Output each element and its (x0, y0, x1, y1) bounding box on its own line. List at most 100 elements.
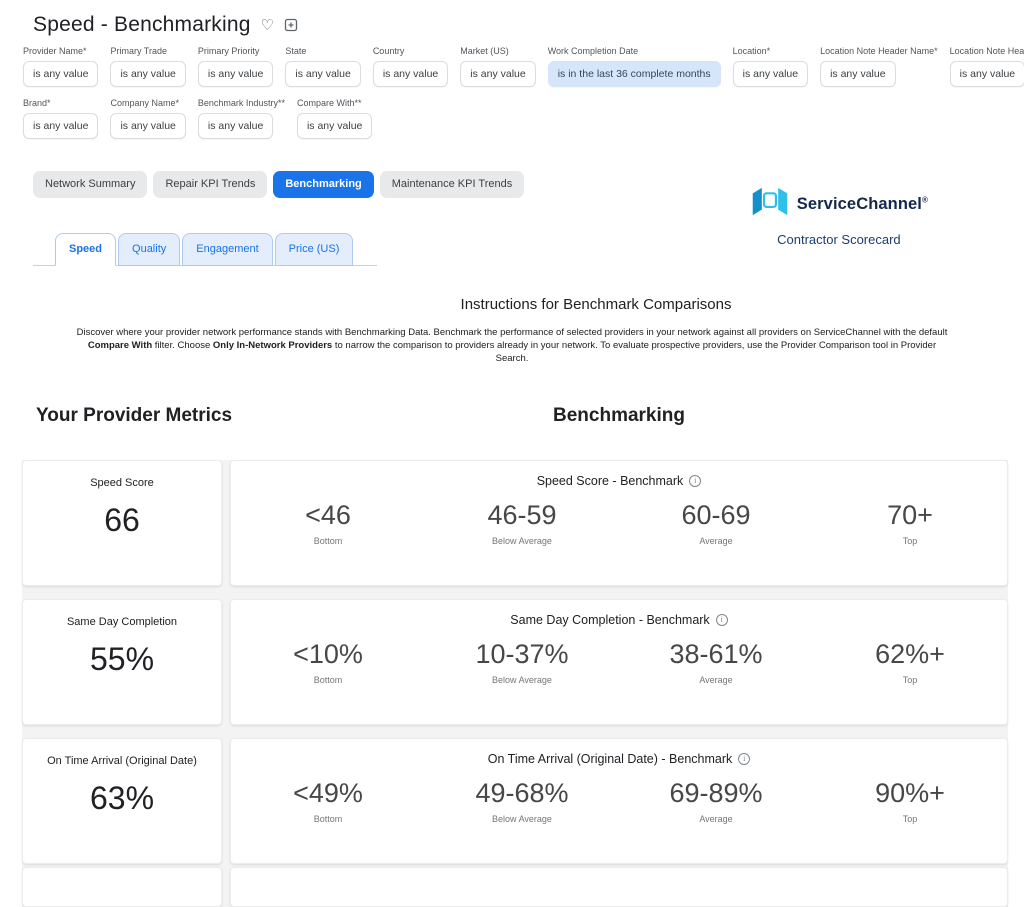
provider-metric-card: Same Day Completion 55% (22, 599, 222, 725)
info-icon[interactable]: i (716, 614, 728, 626)
filter-label: Market (US) (460, 46, 535, 56)
filter-item: Market (US) is any value (460, 46, 535, 87)
filter-value-box[interactable]: is any value (733, 61, 808, 87)
filter-value-box[interactable]: is any value (198, 113, 273, 139)
filter-label: Primary Priority (198, 46, 273, 56)
sub-tab[interactable]: Quality (118, 233, 180, 266)
instructions-text-segment: Discover where your provider network per… (77, 327, 948, 338)
provider-metric-card: On Time Arrival (Original Date) 63% (22, 738, 222, 864)
info-icon[interactable]: i (689, 475, 701, 487)
metric-name: Same Day Completion (67, 616, 177, 628)
filters-bar: Provider Name* is any value Primary Trad… (0, 46, 1024, 139)
filter-value-box[interactable]: is any value (285, 61, 360, 87)
filter-item: State is any value (285, 46, 360, 87)
benchmark-tier: <10% Bottom (231, 639, 425, 685)
tier-value: 69-89% (619, 778, 813, 809)
sub-tab[interactable]: Price (US) (275, 233, 354, 266)
tier-value: 90%+ (813, 778, 1007, 809)
registered-mark: ® (922, 195, 928, 204)
filter-value-box[interactable]: is any value (198, 61, 273, 87)
filter-item: Company Name* is any value (110, 98, 185, 139)
benchmark-tier: 69-89% Average (619, 778, 813, 824)
benchmarking-heading: Benchmarking (230, 405, 1008, 427)
benchmark-tier: 46-59 Below Average (425, 500, 619, 546)
benchmark-card: On Time Arrival (Original Date) - Benchm… (230, 738, 1008, 864)
nav-tab[interactable]: Repair KPI Trends (153, 171, 267, 198)
filter-label: State (285, 46, 360, 56)
provider-metric-card: Speed Score 66 (22, 460, 222, 586)
servicechannel-logo-icon (750, 186, 790, 222)
benchmark-title: On Time Arrival (Original Date) - Benchm… (488, 752, 733, 766)
benchmark-title-row: Same Day Completion - Benchmark i (231, 613, 1007, 627)
filter-value-box[interactable]: is any value (950, 61, 1024, 87)
metric-name: Speed Score (90, 477, 154, 489)
benchmark-title-row: Speed Score - Benchmark i (231, 474, 1007, 488)
tier-label: Average (619, 536, 813, 546)
filter-label: Primary Trade (110, 46, 185, 56)
filter-value-box[interactable]: is in the last 36 complete months (548, 61, 721, 87)
info-icon[interactable]: i (738, 753, 750, 765)
tier-value: <10% (231, 639, 425, 670)
instructions-text-segment: Only In-Network Providers (213, 340, 332, 351)
filter-label: Location Note Header Value* (950, 46, 1024, 56)
tier-label: Top (813, 675, 1007, 685)
page-title: Speed - Benchmarking (33, 13, 251, 37)
nav-tab[interactable]: Benchmarking (273, 171, 373, 198)
filter-item: Location Note Header Value* is any value (950, 46, 1024, 87)
tier-value: <49% (231, 778, 425, 809)
filter-label: Compare With** (297, 98, 372, 108)
filter-item: Primary Trade is any value (110, 46, 185, 87)
tier-value: 70+ (813, 500, 1007, 531)
benchmark-tier: <49% Bottom (231, 778, 425, 824)
filter-value-box[interactable]: is any value (23, 113, 98, 139)
benchmark-tier: 10-37% Below Average (425, 639, 619, 685)
benchmark-tiers: <46 Bottom 46-59 Below Average 60-69 (231, 500, 1007, 546)
filter-item: Provider Name* is any value (23, 46, 98, 87)
nav-tab[interactable]: Maintenance KPI Trends (380, 171, 524, 198)
filter-value-box[interactable]: is any value (820, 61, 895, 87)
benchmark-tiers: <49% Bottom 49-68% Below Average 69-89% (231, 778, 1007, 824)
benchmark-tier: 49-68% Below Average (425, 778, 619, 824)
favorite-icon[interactable]: ♡ (261, 18, 274, 33)
kpi-sub-tabs: Speed Quality Engagement Price (US) (33, 233, 377, 266)
dashboard-header: Speed - Benchmarking ♡ (0, 0, 1024, 37)
nav-tab[interactable]: Network Summary (33, 171, 147, 198)
tier-value: 62%+ (813, 639, 1007, 670)
tier-value: 60-69 (619, 500, 813, 531)
sub-tab[interactable]: Speed (55, 233, 116, 266)
branding-block: ServiceChannel® Contractor Scorecard (750, 186, 928, 247)
benchmark-tier: 90%+ Top (813, 778, 1007, 824)
tier-label: Average (619, 814, 813, 824)
provider-metric-card-partial (22, 867, 222, 907)
tier-value: <46 (231, 500, 425, 531)
brand-name: ServiceChannel® (797, 195, 928, 214)
partial-next-row (22, 867, 1008, 907)
metric-row: Same Day Completion 55% Same Day Complet… (22, 599, 1008, 725)
benchmark-title-row: On Time Arrival (Original Date) - Benchm… (231, 752, 1007, 766)
tier-label: Bottom (231, 536, 425, 546)
duplicate-icon[interactable] (284, 18, 298, 32)
instructions-body: Discover where your provider network per… (76, 326, 948, 365)
metric-rows-list: Speed Score 66 Speed Score - Benchmark i… (22, 460, 1008, 864)
filter-value-box[interactable]: is any value (297, 113, 372, 139)
filter-item: Benchmark Industry** is any value (198, 98, 285, 139)
filter-item: Brand* is any value (23, 98, 98, 139)
filter-value-box[interactable]: is any value (460, 61, 535, 87)
metric-value: 66 (104, 502, 140, 539)
filter-value-box[interactable]: is any value (110, 113, 185, 139)
metric-row: On Time Arrival (Original Date) 63% On T… (22, 738, 1008, 864)
tier-value: 10-37% (425, 639, 619, 670)
metric-value: 63% (90, 780, 154, 817)
filter-label: Brand* (23, 98, 98, 108)
tier-label: Bottom (231, 814, 425, 824)
filter-label: Location Note Header Name* (820, 46, 938, 56)
section-headings: Your Provider Metrics Benchmarking (0, 405, 1024, 427)
sub-tab[interactable]: Engagement (182, 233, 272, 266)
filter-item: Country is any value (373, 46, 448, 87)
filter-value-box[interactable]: is any value (373, 61, 448, 87)
filter-label: Company Name* (110, 98, 185, 108)
filter-item: Location Note Header Name* is any value (820, 46, 938, 87)
filter-value-box[interactable]: is any value (110, 61, 185, 87)
filter-value-box[interactable]: is any value (23, 61, 98, 87)
filter-label: Work Completion Date (548, 46, 721, 56)
